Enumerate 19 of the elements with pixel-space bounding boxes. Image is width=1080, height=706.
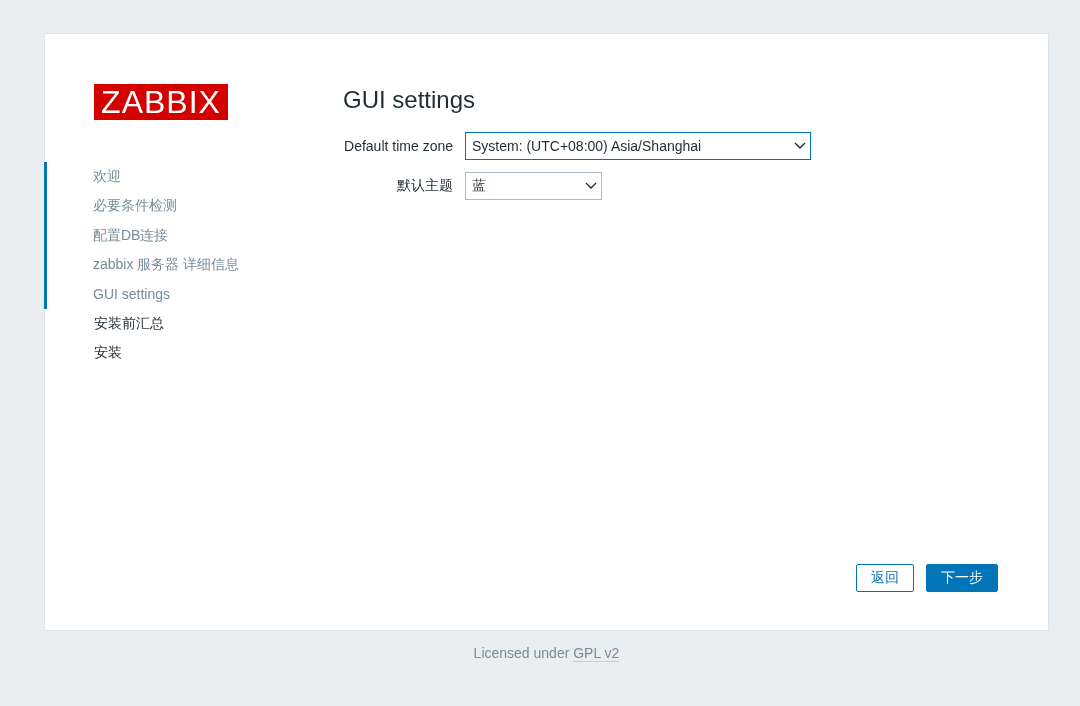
- step-item: 必要条件检测: [44, 191, 343, 221]
- chevron-down-icon: [794, 142, 806, 150]
- step-item: zabbix 服务器 详细信息: [44, 250, 343, 280]
- step-item: GUI settings: [44, 279, 343, 309]
- back-button[interactable]: 返回: [856, 564, 914, 592]
- license-text: Licensed under GPL v2: [472, 645, 621, 661]
- next-button[interactable]: 下一步: [926, 564, 998, 592]
- select-field[interactable]: System: (UTC+08:00) Asia/Shanghai: [465, 132, 811, 160]
- step-item: 安装前汇总: [93, 313, 165, 333]
- field-label: Default time zone: [344, 138, 453, 154]
- select-field[interactable]: 蓝: [465, 172, 602, 200]
- step-item: 配置DB连接: [44, 220, 343, 251]
- chevron-down-icon: [585, 182, 597, 190]
- gpl-link[interactable]: GPL v2: [573, 645, 620, 662]
- field-label: 默认主题: [397, 177, 453, 195]
- logo: ZABBIX: [94, 84, 228, 120]
- page-title: GUI settings: [343, 86, 477, 114]
- step-item: 安装: [93, 343, 123, 363]
- step-item: 欢迎: [44, 162, 343, 192]
